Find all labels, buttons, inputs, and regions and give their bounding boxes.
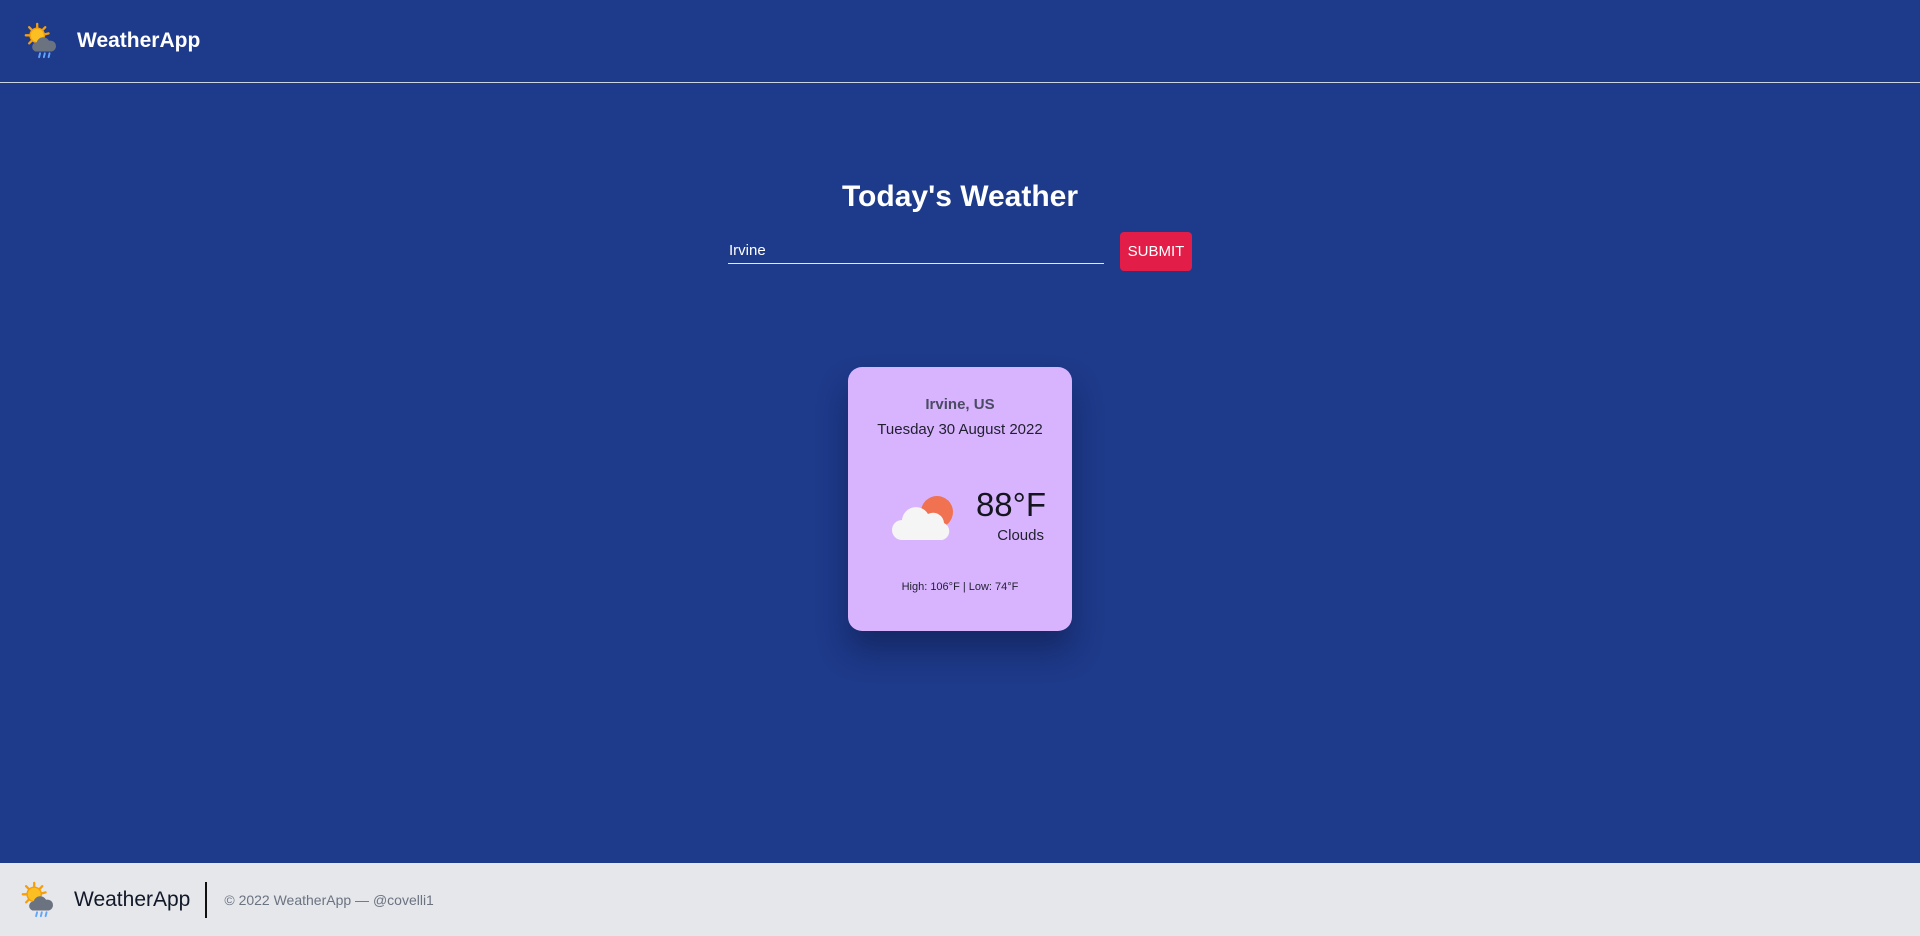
weather-card: Irvine, US Tuesday 30 August 2022 88°F C… — [848, 367, 1072, 631]
sun-cloud-rain-icon — [24, 22, 57, 59]
search-form: SUBMIT — [728, 232, 1192, 272]
partly-cloudy-icon — [892, 496, 953, 540]
high-low-temperature: High: 106°F | Low: 74°F — [901, 581, 1019, 593]
brand-name: WeatherApp — [77, 29, 201, 52]
temperature: 88°F — [975, 486, 1046, 523]
page-title: Today's Weather — [841, 180, 1079, 213]
footer-brand-link[interactable]: WeatherApp — [19, 881, 208, 918]
main-content: Today's Weather SUBMIT Irvine, US Tuesda… — [0, 84, 1920, 863]
card-date: Tuesday 30 August 2022 — [877, 421, 1043, 438]
footer-brand-name: WeatherApp — [74, 887, 191, 911]
footer-copyright: © 2022 WeatherApp — @covelli1 — [224, 891, 434, 908]
submit-button[interactable]: SUBMIT — [1120, 232, 1192, 271]
footer: WeatherApp © 2022 WeatherApp — @covelli1 — [0, 863, 1920, 936]
city-search-input[interactable] — [728, 238, 1104, 264]
card-location: Irvine, US — [925, 396, 995, 413]
navbar: WeatherApp — [0, 0, 1920, 83]
brand-link[interactable]: WeatherApp — [22, 22, 200, 60]
sun-cloud-rain-icon — [21, 881, 54, 917]
weather-condition: Clouds — [997, 527, 1044, 544]
